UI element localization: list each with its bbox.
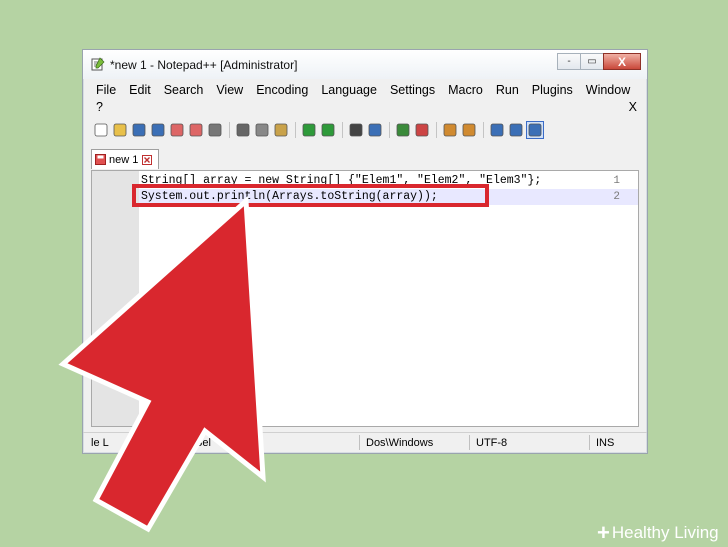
brand-plus-icon: +: [597, 520, 610, 545]
brand-watermark: + Healthy Living: [597, 520, 719, 546]
brand-name: Healthy Living: [611, 523, 719, 542]
pointer-arrow-icon: [58, 195, 266, 533]
